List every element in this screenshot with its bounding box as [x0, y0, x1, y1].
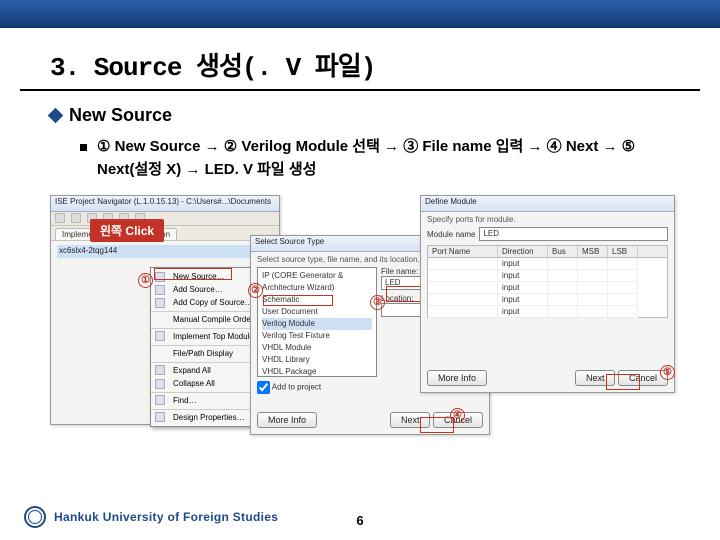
hierarchy-tree: xc6slx4-2tqg144 — [51, 241, 279, 262]
add-to-project-label: Add to project — [272, 383, 321, 392]
minus-icon — [155, 379, 165, 389]
list-item-selected[interactable]: Verilog Module — [262, 318, 372, 330]
marker-2: ② — [248, 283, 263, 298]
table-row[interactable]: input — [428, 294, 667, 306]
list-item[interactable]: Verilog Test Fixture — [262, 330, 372, 342]
wizard-subtitle: Specify ports for module. — [421, 212, 674, 227]
context-menu: New Source… Add Source… Add Copy of Sour… — [150, 267, 262, 427]
section-heading: New Source — [50, 105, 680, 126]
menu-item-implement-top[interactable]: Implement Top Module — [151, 328, 261, 343]
menu-item-manual-compile[interactable]: Manual Compile Order — [151, 311, 261, 326]
source-type-list[interactable]: IP (CORE Generator & Architecture Wizard… — [257, 267, 377, 377]
slide-top-bar — [0, 0, 720, 28]
marker-1: ① — [138, 273, 153, 288]
toolbar — [51, 212, 279, 226]
module-name-label: Module name — [427, 230, 475, 239]
menu-item-expand-all[interactable]: Expand All — [151, 362, 261, 377]
list-item[interactable]: IP (CORE Generator & Architecture Wizard… — [262, 270, 372, 294]
menu-item-add-copy[interactable]: Add Copy of Source… — [151, 296, 261, 309]
window-titlebar: ISE Project Navigator (L.1.0.15.13) - C:… — [51, 196, 279, 212]
table-row[interactable]: input — [428, 270, 667, 282]
university-logo-icon — [24, 506, 46, 528]
plus-icon — [155, 365, 165, 375]
menu-item-add-source[interactable]: Add Source… — [151, 283, 261, 296]
highlight-box-2 — [263, 295, 333, 306]
callout-left-click: 왼쪽 Click — [90, 219, 164, 242]
list-item[interactable]: VHDL Library — [262, 354, 372, 366]
view-tabs: Implementation Simulation — [51, 226, 279, 241]
marker-3: ③ — [370, 295, 385, 310]
menu-item-collapse-all[interactable]: Collapse All — [151, 377, 261, 390]
table-row[interactable]: input — [428, 258, 667, 270]
square-bullet-icon — [80, 144, 87, 151]
page-number: 6 — [356, 513, 363, 528]
wizard-titlebar: Define Module — [421, 196, 674, 212]
wizard-define-module: Define Module Specify ports for module. … — [420, 195, 675, 393]
highlight-box-4 — [420, 417, 454, 433]
toolbar-icon — [71, 213, 81, 223]
menu-item-path-display[interactable]: File/Path Display — [151, 345, 261, 360]
step-text: ① New Source → ② Verilog Module 선택 → ③ F… — [97, 136, 680, 181]
file-icon — [155, 298, 165, 308]
add-to-project-checkbox[interactable] — [257, 381, 270, 394]
slide-title: 3. Source 생성(. V 파일) — [20, 28, 700, 91]
ports-table[interactable]: input input input input input — [427, 258, 668, 318]
screenshot-area: ISE Project Navigator (L.1.0.15.13) - C:… — [50, 195, 680, 445]
table-row[interactable]: input — [428, 282, 667, 294]
list-item[interactable]: User Document — [262, 306, 372, 318]
list-item[interactable]: VHDL Module — [262, 342, 372, 354]
more-info-button[interactable]: More Info — [427, 370, 487, 386]
chip-icon — [155, 331, 165, 341]
list-item[interactable]: VHDL Package — [262, 366, 372, 377]
table-row[interactable]: input — [428, 306, 667, 318]
section-heading-text: New Source — [69, 105, 172, 126]
marker-5: ⑤ — [660, 365, 675, 380]
more-info-button[interactable]: More Info — [257, 412, 317, 428]
tree-item[interactable]: xc6slx4-2tqg144 — [57, 245, 273, 258]
university-name: Hankuk University of Foreign Studies — [54, 510, 278, 524]
module-name-input[interactable]: LED — [479, 227, 668, 241]
file-icon — [155, 285, 165, 295]
menu-item-find[interactable]: Find… — [151, 392, 261, 407]
gear-icon — [155, 412, 165, 422]
highlight-box-1 — [154, 268, 232, 280]
highlight-box-5 — [606, 374, 640, 390]
search-icon — [155, 395, 165, 405]
step-list: ① New Source → ② Verilog Module 선택 → ③ F… — [80, 136, 680, 181]
toolbar-icon — [55, 213, 65, 223]
ports-table-header: Port Name Direction Bus MSB LSB — [427, 245, 668, 258]
diamond-icon — [48, 108, 64, 124]
menu-item-properties[interactable]: Design Properties… — [151, 409, 261, 424]
